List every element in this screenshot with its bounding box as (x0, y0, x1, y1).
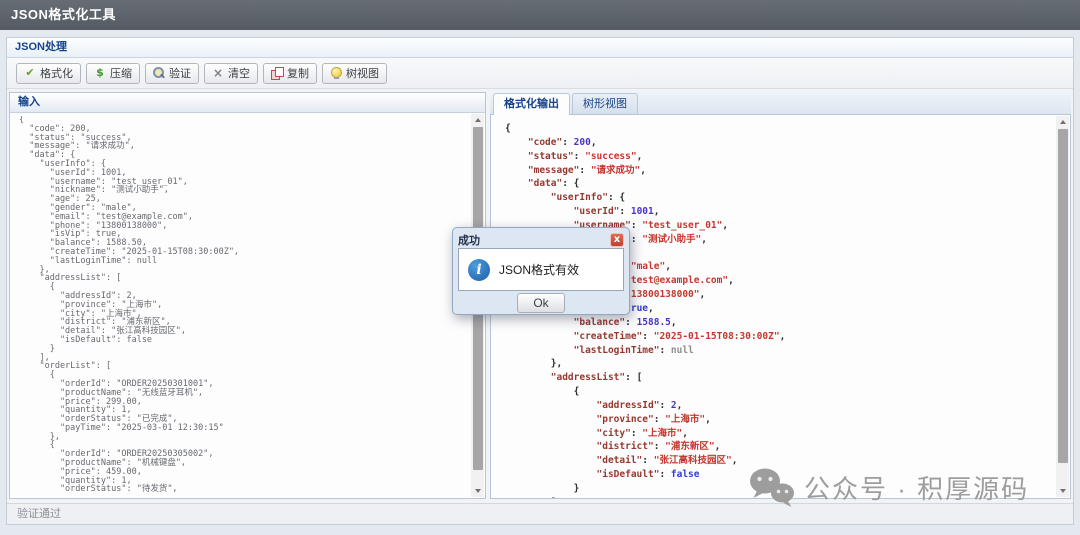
input-panel: 输入 { "code": 200, "status": "success", "… (9, 92, 486, 499)
scroll-up-icon[interactable] (1056, 116, 1069, 128)
clear-icon: × (212, 67, 224, 79)
success-dialog: 成功 x i JSON格式有效 Ok (452, 227, 630, 315)
dialog-footer: Ok (458, 291, 624, 315)
treeview-button[interactable]: 树视图 (322, 63, 387, 84)
scroll-down-icon[interactable] (471, 485, 484, 497)
window-title: JSON格式化工具 (11, 7, 116, 22)
button-label: 树视图 (346, 65, 379, 81)
input-panel-title: 输入 (18, 96, 40, 108)
ok-button[interactable]: Ok (517, 293, 565, 313)
toolbar: ✔ 格式化 $ 压缩 验证 × 清空 复制 树视图 (7, 58, 1073, 89)
output-scrollbar[interactable] (1056, 116, 1069, 497)
panel-header: JSON处理 (7, 38, 1073, 58)
format-button[interactable]: ✔ 格式化 (16, 63, 81, 84)
copy-button[interactable]: 复制 (263, 63, 317, 84)
tab-tree-view[interactable]: 树形视图 (572, 93, 638, 114)
button-label: 格式化 (40, 65, 73, 81)
compress-button[interactable]: $ 压缩 (86, 63, 140, 84)
button-label: 清空 (228, 65, 250, 81)
dialog-body: i JSON格式有效 (458, 248, 624, 291)
json-input[interactable]: { "code": 200, "status": "success", "mes… (19, 116, 469, 498)
button-label: 复制 (287, 65, 309, 81)
compress-icon: $ (94, 67, 106, 79)
tab-label: 格式化输出 (504, 98, 559, 110)
check-icon: ✔ (24, 67, 36, 79)
status-text: 验证通过 (17, 508, 61, 520)
input-panel-body: { "code": 200, "status": "success", "mes… (10, 113, 485, 498)
button-label: 验证 (169, 65, 191, 81)
scrollbar-thumb[interactable] (1058, 129, 1068, 463)
bulb-icon (330, 67, 342, 79)
dialog-title: 成功 (458, 232, 610, 248)
copy-icon (271, 67, 283, 79)
dialog-message: JSON格式有效 (499, 261, 579, 278)
button-label: 压缩 (110, 65, 132, 81)
clear-button[interactable]: × 清空 (204, 63, 258, 84)
scroll-down-icon[interactable] (1056, 485, 1069, 497)
scroll-up-icon[interactable] (471, 114, 484, 126)
output-tabbar: 格式化输出 树形视图 (490, 92, 1071, 115)
dialog-titlebar: 成功 x (458, 231, 624, 248)
tab-label: 树形视图 (583, 98, 627, 110)
tab-formatted-output[interactable]: 格式化输出 (493, 93, 570, 115)
panel-header-label: JSON处理 (15, 41, 67, 53)
info-icon: i (468, 259, 490, 281)
window-titlebar: JSON格式化工具 (0, 0, 1080, 30)
statusbar: 验证通过 (7, 503, 1073, 524)
json-formatter-app: { "window": { "title": "JSON格式化工具" }, "p… (0, 0, 1080, 535)
dialog-close-icon[interactable]: x (610, 233, 624, 247)
input-panel-header: 输入 (10, 93, 485, 113)
magnifier-icon (153, 67, 165, 79)
validate-button[interactable]: 验证 (145, 63, 199, 84)
